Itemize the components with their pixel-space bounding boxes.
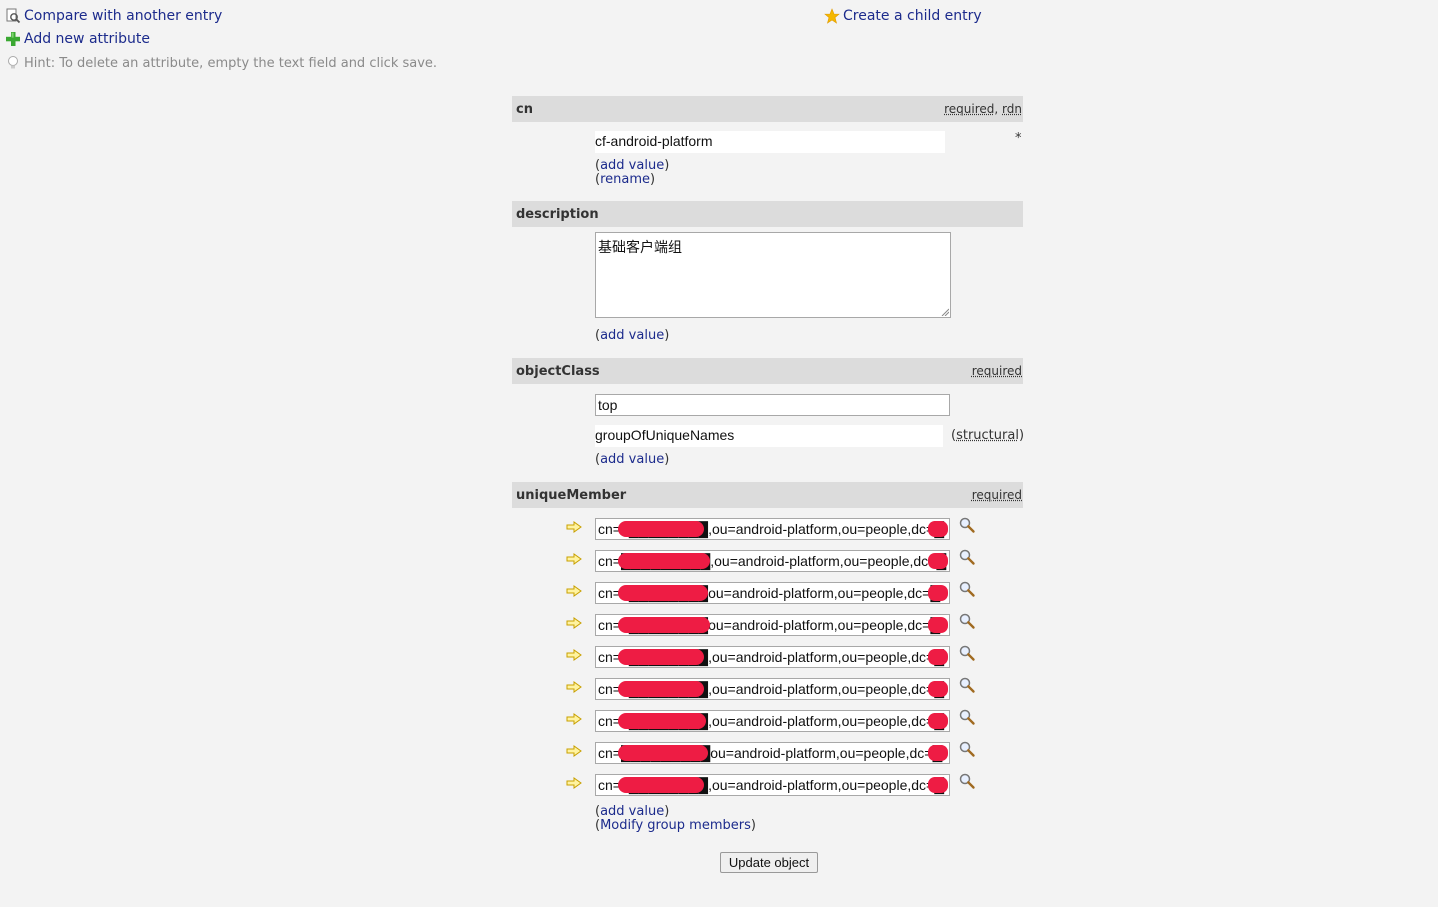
magnifier-icon[interactable] bbox=[958, 676, 976, 694]
cn-value-field[interactable]: cf-android-platform bbox=[595, 131, 945, 153]
magnifier-icon[interactable] bbox=[958, 548, 976, 566]
redaction-mark bbox=[618, 745, 708, 761]
magnifier-icon[interactable] bbox=[958, 516, 976, 534]
add-attribute-label[interactable]: Add new attribute bbox=[24, 31, 150, 47]
attribute-header-cn: cn required, rdn bbox=[512, 96, 1023, 122]
description-add-value-link[interactable]: (add value) bbox=[595, 328, 669, 343]
cn-add-value-label[interactable]: add value bbox=[600, 158, 664, 173]
arrow-right-icon[interactable] bbox=[566, 777, 582, 789]
uniquemember-add-value-label[interactable]: add value bbox=[600, 804, 664, 819]
attribute-name: uniqueMember bbox=[516, 487, 627, 503]
required-tag: required bbox=[971, 364, 1022, 378]
redaction-mark bbox=[928, 585, 948, 601]
attribute-tags: required bbox=[972, 364, 1023, 378]
hint-label: Hint: To delete an attribute, empty the … bbox=[24, 55, 438, 71]
redaction-mark bbox=[618, 681, 704, 697]
redaction-mark bbox=[928, 649, 948, 665]
update-object-button[interactable]: Update object bbox=[720, 852, 818, 873]
required-tag: required bbox=[971, 488, 1022, 502]
create-child-link[interactable]: Create a child entry bbox=[823, 7, 982, 25]
arrow-right-icon[interactable] bbox=[566, 521, 582, 533]
add-attribute-link[interactable]: Add new attribute bbox=[4, 30, 150, 48]
hint-bulb-icon bbox=[4, 54, 22, 72]
rdn-tag: rdn bbox=[1002, 102, 1022, 116]
attribute-header-description: description bbox=[512, 201, 1023, 227]
magnifier-icon[interactable] bbox=[958, 772, 976, 790]
magnifier-icon[interactable] bbox=[958, 612, 976, 630]
required-tag: required bbox=[944, 102, 995, 116]
redaction-mark bbox=[618, 713, 706, 729]
attribute-name: description bbox=[516, 206, 599, 222]
description-value: 基础客户端组 bbox=[598, 240, 682, 256]
objectclass-add-value-link[interactable]: (add value) bbox=[595, 452, 669, 467]
redaction-mark bbox=[928, 521, 948, 537]
arrow-right-icon[interactable] bbox=[566, 553, 582, 565]
redaction-mark bbox=[618, 553, 710, 569]
structural-label: structural bbox=[956, 428, 1019, 443]
modify-group-members-label[interactable]: Modify group members bbox=[600, 818, 751, 833]
required-marker: * bbox=[1015, 131, 1022, 146]
redaction-mark bbox=[928, 713, 948, 729]
arrow-right-icon[interactable] bbox=[566, 617, 582, 629]
arrow-right-icon[interactable] bbox=[566, 745, 582, 757]
objectclass-value-field[interactable]: top bbox=[595, 394, 950, 416]
magnifier-icon[interactable] bbox=[958, 644, 976, 662]
objectclass-value-field: groupOfUniqueNames bbox=[595, 425, 943, 447]
structural-tag: (structural) bbox=[951, 428, 1025, 443]
attribute-name: cn bbox=[516, 101, 533, 117]
resize-grip-icon[interactable] bbox=[941, 308, 949, 316]
hint-text: Hint: To delete an attribute, empty the … bbox=[4, 54, 437, 72]
objectclass-add-value-label[interactable]: add value bbox=[600, 452, 664, 467]
cn-rename-link[interactable]: (rename) bbox=[595, 172, 655, 187]
redaction-mark bbox=[928, 617, 948, 633]
redaction-mark bbox=[928, 553, 948, 569]
redaction-mark bbox=[618, 777, 704, 793]
tag-separator: , bbox=[994, 102, 1003, 116]
description-textarea[interactable]: 基础客户端组 bbox=[595, 232, 951, 318]
attribute-tags: required bbox=[972, 488, 1023, 502]
attribute-tags: required, rdn bbox=[944, 102, 1023, 116]
compare-entry-label[interactable]: Compare with another entry bbox=[24, 8, 222, 24]
compare-entry-link[interactable]: Compare with another entry bbox=[4, 7, 222, 25]
cn-rename-label[interactable]: rename bbox=[600, 172, 650, 187]
arrow-right-icon[interactable] bbox=[566, 649, 582, 661]
add-attribute-icon bbox=[4, 30, 22, 48]
cn-add-value-link[interactable]: (add value) bbox=[595, 158, 669, 173]
redaction-mark bbox=[928, 681, 948, 697]
redaction-mark bbox=[928, 745, 948, 761]
create-child-label[interactable]: Create a child entry bbox=[843, 8, 982, 24]
attribute-header-uniquemember: uniqueMember required bbox=[512, 482, 1023, 508]
redaction-mark bbox=[618, 649, 704, 665]
compare-icon bbox=[4, 7, 22, 25]
redaction-mark bbox=[618, 617, 710, 633]
redaction-mark bbox=[928, 777, 948, 793]
magnifier-icon[interactable] bbox=[958, 740, 976, 758]
arrow-right-icon[interactable] bbox=[566, 585, 582, 597]
redaction-mark bbox=[618, 585, 708, 601]
magnifier-icon[interactable] bbox=[958, 708, 976, 726]
description-add-value-label[interactable]: add value bbox=[600, 328, 664, 343]
uniquemember-add-value-link[interactable]: (add value) bbox=[595, 804, 669, 819]
star-icon bbox=[823, 7, 841, 25]
arrow-right-icon[interactable] bbox=[566, 681, 582, 693]
arrow-right-icon[interactable] bbox=[566, 713, 582, 725]
attribute-name: objectClass bbox=[516, 363, 600, 379]
modify-group-members-link[interactable]: (Modify group members) bbox=[595, 818, 756, 833]
redaction-mark bbox=[618, 521, 704, 537]
attribute-header-objectclass: objectClass required bbox=[512, 358, 1023, 384]
magnifier-icon[interactable] bbox=[958, 580, 976, 598]
